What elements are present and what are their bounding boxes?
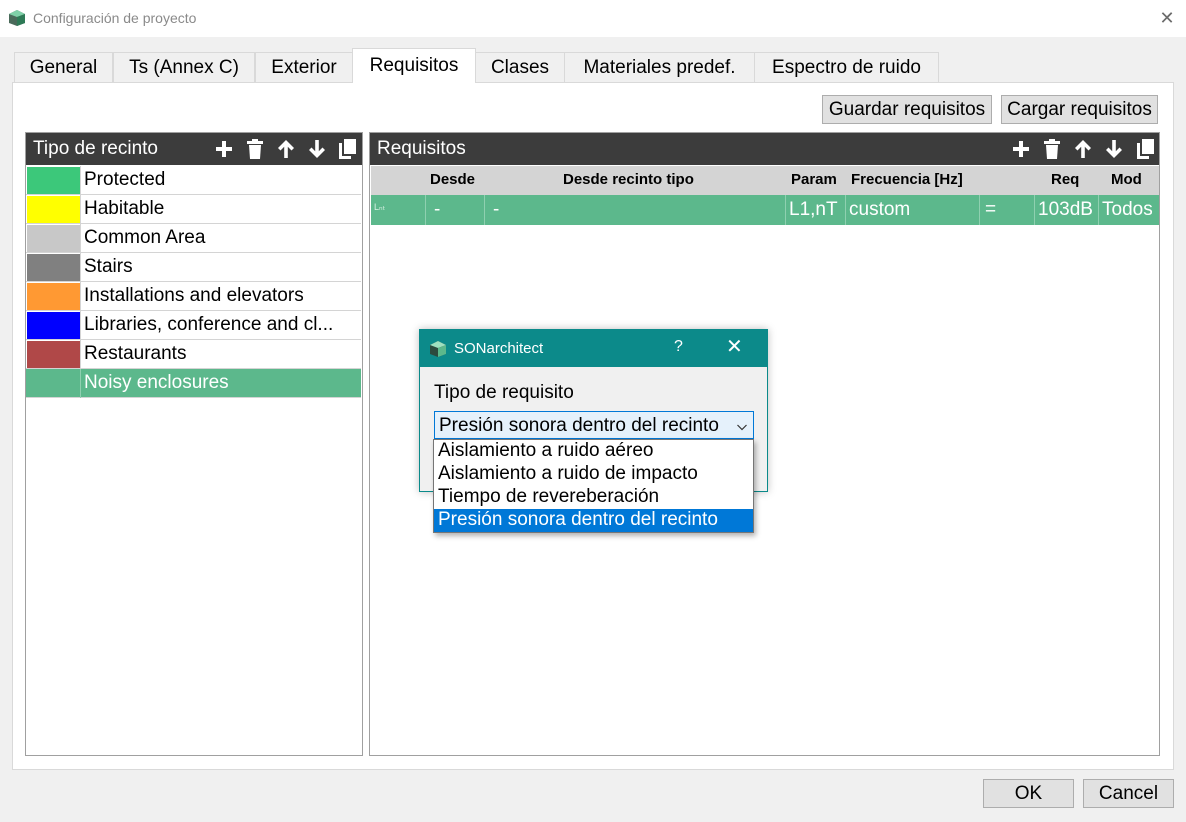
cell-frecuencia[interactable]: custom: [849, 199, 910, 221]
color-swatch: [27, 370, 80, 397]
dropdown-option-sound-pressure[interactable]: Presión sonora dentro del recinto: [434, 509, 753, 532]
app-logo-icon: [429, 340, 447, 364]
room-type-label: Noisy enclosures: [84, 372, 229, 393]
tab-ts-annex-c[interactable]: Ts (Annex C): [113, 52, 255, 82]
list-item[interactable]: Common Area: [26, 224, 361, 253]
trash-icon[interactable]: [1041, 138, 1063, 160]
app-logo-icon: [8, 9, 26, 33]
load-requirements-button[interactable]: Cargar requisitos: [1001, 95, 1158, 124]
column-header-desde[interactable]: Desde: [430, 171, 475, 188]
arrow-up-icon[interactable]: [275, 138, 297, 160]
column-header-desde-recinto-tipo[interactable]: Desde recinto tipo: [563, 171, 694, 188]
arrow-down-icon[interactable]: [1103, 138, 1125, 160]
help-icon[interactable]: ?: [674, 338, 683, 356]
color-swatch: [27, 254, 80, 281]
window-titlebar: Configuración de proyecto ✕: [0, 0, 1186, 37]
list-item[interactable]: Restaurants: [26, 340, 361, 369]
room-type-label: Restaurants: [84, 343, 187, 364]
list-item[interactable]: Installations and elevators: [26, 282, 361, 311]
list-item[interactable]: Stairs: [26, 253, 361, 282]
color-swatch: [27, 225, 80, 252]
room-types-panel: Tipo de recinto Protected Habitable Comm…: [25, 132, 363, 756]
tab-espectro-de-ruido[interactable]: Espectro de ruido: [754, 52, 939, 82]
tab-requisitos[interactable]: Requisitos: [352, 48, 476, 83]
chevron-down-icon: [736, 417, 748, 439]
trash-icon[interactable]: [244, 138, 266, 160]
arrow-up-icon[interactable]: [1072, 138, 1094, 160]
list-item[interactable]: Habitable: [26, 195, 361, 224]
tab-clases[interactable]: Clases: [475, 52, 565, 82]
color-swatch: [27, 341, 80, 368]
column-header-frecuencia[interactable]: Frecuencia [Hz]: [851, 171, 963, 188]
color-swatch: [27, 312, 80, 339]
dialog-titlebar: SONarchitect ? ✕: [420, 330, 767, 367]
color-swatch: [27, 196, 80, 223]
room-type-label: Habitable: [84, 198, 165, 219]
requirement-type-dropdown: Aislamiento a ruido aéreo Aislamiento a …: [433, 439, 754, 533]
room-types-title: Tipo de recinto: [33, 138, 158, 159]
room-type-label: Common Area: [84, 227, 206, 248]
requirement-type-selected-value: Presión sonora dentro del recinto: [439, 415, 719, 436]
copy-icon[interactable]: [336, 138, 358, 160]
cancel-button[interactable]: Cancel: [1083, 779, 1174, 808]
column-header-param[interactable]: Param: [791, 171, 837, 188]
ok-button[interactable]: OK: [983, 779, 1074, 808]
room-type-label: Libraries, conference and cl...: [84, 314, 334, 335]
dropdown-option-impact-insulation[interactable]: Aislamiento a ruido de impacto: [434, 463, 753, 486]
requirements-header: Requisitos: [370, 133, 1159, 165]
color-swatch: [27, 283, 80, 310]
list-item-selected[interactable]: Noisy enclosures: [26, 369, 361, 398]
requirements-title: Requisitos: [377, 138, 466, 159]
list-item[interactable]: Protected: [26, 166, 361, 195]
window-title: Configuración de proyecto: [33, 10, 197, 26]
list-item[interactable]: Libraries, conference and cl...: [26, 311, 361, 340]
dialog-title: SONarchitect: [454, 340, 544, 357]
column-header-req[interactable]: Req: [1051, 171, 1079, 188]
column-header-mod[interactable]: Mod: [1111, 171, 1142, 188]
room-type-label: Installations and elevators: [84, 285, 304, 306]
tab-general[interactable]: General: [14, 52, 113, 82]
cell-param[interactable]: L1,nT: [789, 199, 838, 221]
room-types-header: Tipo de recinto: [26, 133, 362, 165]
save-requirements-button[interactable]: Guardar requisitos: [822, 95, 992, 124]
cell-mod[interactable]: Todos: [1102, 199, 1153, 221]
dropdown-option-reverberation-time[interactable]: Tiempo de revereberación: [434, 486, 753, 509]
room-type-label: Protected: [84, 169, 166, 190]
cell-desde[interactable]: -: [434, 199, 440, 221]
tab-exterior[interactable]: Exterior: [255, 52, 353, 82]
table-row[interactable]: Lₙₜ - - L1,nT custom = 103dB Todos: [371, 195, 1159, 225]
requirement-type-select[interactable]: Presión sonora dentro del recinto: [434, 411, 754, 439]
dialog-close-icon[interactable]: ✕: [726, 336, 743, 358]
room-type-label: Stairs: [84, 256, 133, 277]
cell-req[interactable]: 103dB: [1038, 199, 1093, 221]
plus-icon[interactable]: [213, 138, 235, 160]
arrow-down-icon[interactable]: [306, 138, 328, 160]
color-swatch: [27, 167, 80, 194]
cell-operator[interactable]: =: [985, 199, 996, 221]
window-close-icon[interactable]: ✕: [1156, 7, 1178, 29]
plus-icon[interactable]: [1010, 138, 1032, 160]
tab-materiales-predef[interactable]: Materiales predef.: [564, 52, 755, 82]
requirement-type-icon: Lₙₜ: [374, 202, 386, 212]
copy-icon[interactable]: [1134, 138, 1156, 160]
requirement-type-label: Tipo de requisito: [434, 382, 574, 403]
cell-desde-recinto-tipo[interactable]: -: [493, 199, 499, 221]
requirements-column-headers: Desde Desde recinto tipo Param Frecuenci…: [371, 166, 1159, 195]
dropdown-option-airborne-insulation[interactable]: Aislamiento a ruido aéreo: [434, 440, 753, 463]
